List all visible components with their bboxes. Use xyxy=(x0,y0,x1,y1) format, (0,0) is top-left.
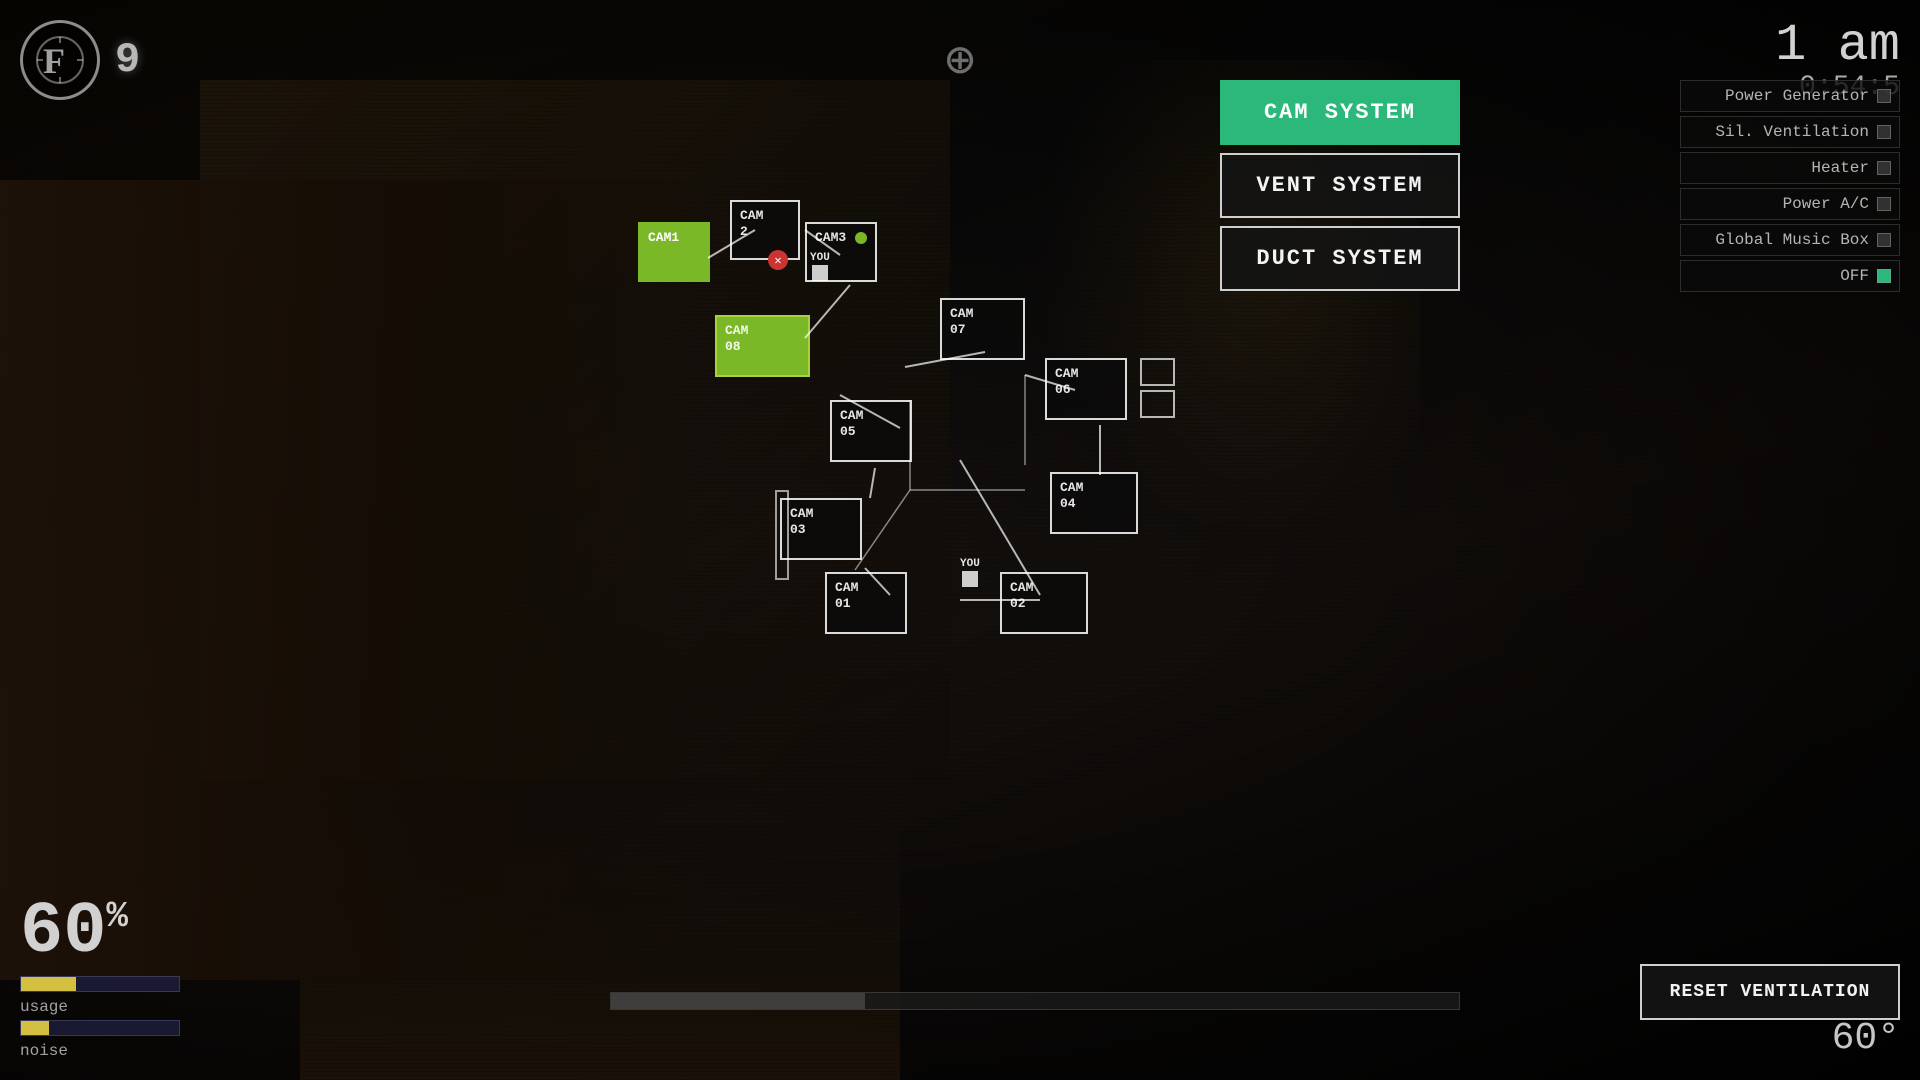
toggle-sil-ventilation-indicator xyxy=(1877,125,1891,139)
cam-node-cam08[interactable]: CAM08 xyxy=(715,315,810,377)
noise-bar-track xyxy=(20,1020,180,1036)
night-number: 9 xyxy=(115,36,140,84)
freddy-silhouette xyxy=(0,180,700,980)
power-percent: 60% xyxy=(20,891,128,973)
freddy-icon: F xyxy=(20,20,100,100)
usage-label: usage xyxy=(20,998,180,1016)
usage-bar-fill xyxy=(21,977,76,991)
duct-system-button[interactable]: DUCT SYSTEM xyxy=(1220,226,1460,291)
cam1-active-dot xyxy=(688,232,700,244)
toggle-global-music-box-indicator xyxy=(1877,233,1891,247)
toggle-heater-label: Heater xyxy=(1811,159,1869,177)
toggle-power-generator-indicator xyxy=(1877,89,1891,103)
svg-text:F: F xyxy=(43,41,65,81)
crosshair: ⊕ xyxy=(945,30,975,92)
cam06-connector-bot xyxy=(1140,390,1175,418)
stat-bars: usage noise xyxy=(20,976,180,1060)
toggle-global-music-box-label: Global Music Box xyxy=(1715,231,1869,249)
toggle-global-music-box[interactable]: Global Music Box xyxy=(1680,224,1900,256)
cam-node-cam03[interactable]: CAM03 xyxy=(780,498,862,560)
noise-row xyxy=(20,1020,180,1036)
camera-scroll-bar[interactable] xyxy=(610,992,1460,1010)
reset-ventilation-button[interactable]: RESET VENTILATION xyxy=(1640,964,1900,1020)
cam-node-cam04[interactable]: CAM04 xyxy=(1050,472,1138,534)
toggle-off[interactable]: OFF xyxy=(1680,260,1900,292)
toggle-heater[interactable]: Heater xyxy=(1680,152,1900,184)
cam3-active-dot xyxy=(855,232,867,244)
cam-node-cam1[interactable]: CAM1 xyxy=(638,222,710,282)
connector-bar-left xyxy=(775,490,789,580)
cam-red-x: ✕ xyxy=(768,250,788,270)
toggle-off-label: OFF xyxy=(1840,267,1869,285)
toggle-sil-ventilation[interactable]: Sil. Ventilation xyxy=(1680,116,1900,148)
toggle-power-generator[interactable]: Power Generator xyxy=(1680,80,1900,112)
bottom-left-hud: 60% usage noise xyxy=(20,896,180,1060)
you-dot-top xyxy=(812,265,828,281)
you-marker-top: YOU xyxy=(810,252,830,283)
noise-label: noise xyxy=(20,1042,180,1060)
cam-node-cam05[interactable]: CAM05 xyxy=(830,400,912,462)
noise-bar-fill xyxy=(21,1021,49,1035)
toggle-power-generator-label: Power Generator xyxy=(1725,87,1869,105)
freddy-face-icon: F xyxy=(35,35,85,85)
camera-map: CAM2 CAM1 CAM3 ✕ YOU CAM08 CAM07 CAM06 C… xyxy=(610,200,1230,760)
cam-node-cam06[interactable]: CAM06 xyxy=(1045,358,1127,420)
toggles-panel: Power Generator Sil. Ventilation Heater … xyxy=(1680,80,1900,292)
usage-row xyxy=(20,976,180,992)
you-marker-bottom: YOU xyxy=(960,558,980,589)
cam06-connector-top xyxy=(1140,358,1175,386)
temperature-display: 60° xyxy=(1832,1017,1900,1060)
toggle-power-ac[interactable]: Power A/C xyxy=(1680,188,1900,220)
cam-node-cam01[interactable]: CAM01 xyxy=(825,572,907,634)
cam-node-cam07[interactable]: CAM07 xyxy=(940,298,1025,360)
toggle-power-ac-indicator xyxy=(1877,197,1891,211)
power-display: 60% xyxy=(20,896,180,968)
time-display: 1 am xyxy=(1775,20,1900,72)
vent-system-button[interactable]: VENT SYSTEM xyxy=(1220,153,1460,218)
cam-system-button[interactable]: CAM SYSTEM xyxy=(1220,80,1460,145)
camera-scroll-fill xyxy=(611,993,865,1009)
toggle-off-indicator xyxy=(1877,269,1891,283)
toggle-heater-indicator xyxy=(1877,161,1891,175)
toggle-sil-ventilation-label: Sil. Ventilation xyxy=(1715,123,1869,141)
cam-node-cam2[interactable]: CAM2 xyxy=(730,200,800,260)
usage-bar-track xyxy=(20,976,180,992)
you-dot-bottom xyxy=(962,571,978,587)
toggle-power-ac-label: Power A/C xyxy=(1783,195,1869,213)
cam-node-cam02[interactable]: CAM02 xyxy=(1000,572,1088,634)
system-buttons-panel: CAM SYSTEM VENT SYSTEM DUCT SYSTEM xyxy=(1220,80,1460,291)
top-left-hud: F 9 xyxy=(20,20,140,100)
